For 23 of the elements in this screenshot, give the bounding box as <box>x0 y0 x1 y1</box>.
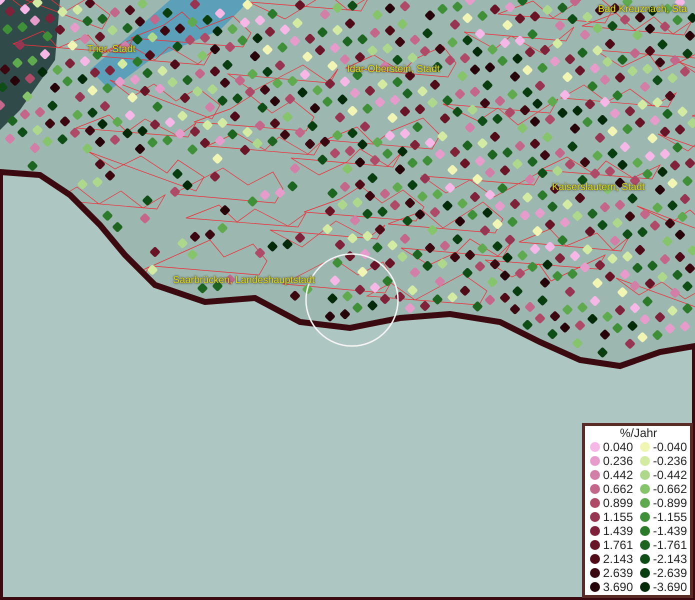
legend-title: %/Jahr <box>618 426 658 440</box>
legend-value: -1.761 <box>653 538 687 552</box>
legend-value: -2.639 <box>653 566 687 580</box>
legend-value: 3.690 <box>603 580 634 594</box>
legend-value: -0.662 <box>653 482 687 496</box>
legend-value: -3.690 <box>653 580 687 594</box>
legend-value: -1.155 <box>653 510 687 524</box>
legend-value: 1.155 <box>603 510 634 524</box>
legend-value: 0.236 <box>603 454 634 468</box>
legend-value: 2.143 <box>603 552 634 566</box>
legend-value: 0.662 <box>603 482 634 496</box>
legend-value: -0.442 <box>653 468 687 482</box>
legend-value: 1.761 <box>603 538 634 552</box>
legend-value: -2.143 <box>653 552 687 566</box>
legend-value: -1.439 <box>653 524 687 538</box>
legend-value: 1.439 <box>603 524 634 538</box>
legend-value: -0.040 <box>653 440 687 454</box>
legend-value: -0.236 <box>653 454 687 468</box>
legend-value: 0.899 <box>603 496 634 510</box>
legend-value: 0.442 <box>603 468 634 482</box>
legend-value: 2.639 <box>603 566 634 580</box>
legend-value: 0.040 <box>603 440 634 454</box>
legend-value: -0.899 <box>653 496 687 510</box>
